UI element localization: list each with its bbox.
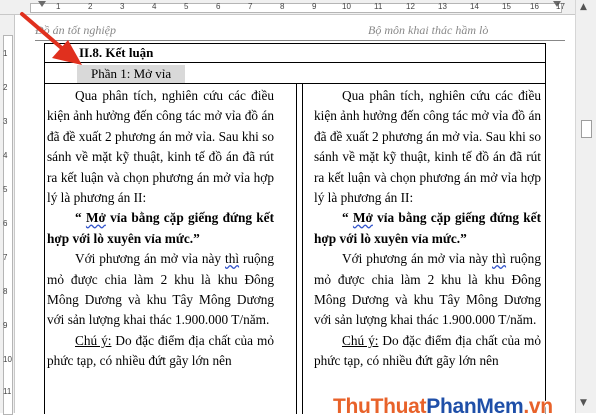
arrow-shaft <box>20 12 66 52</box>
annotation-arrow-icon <box>20 12 82 65</box>
